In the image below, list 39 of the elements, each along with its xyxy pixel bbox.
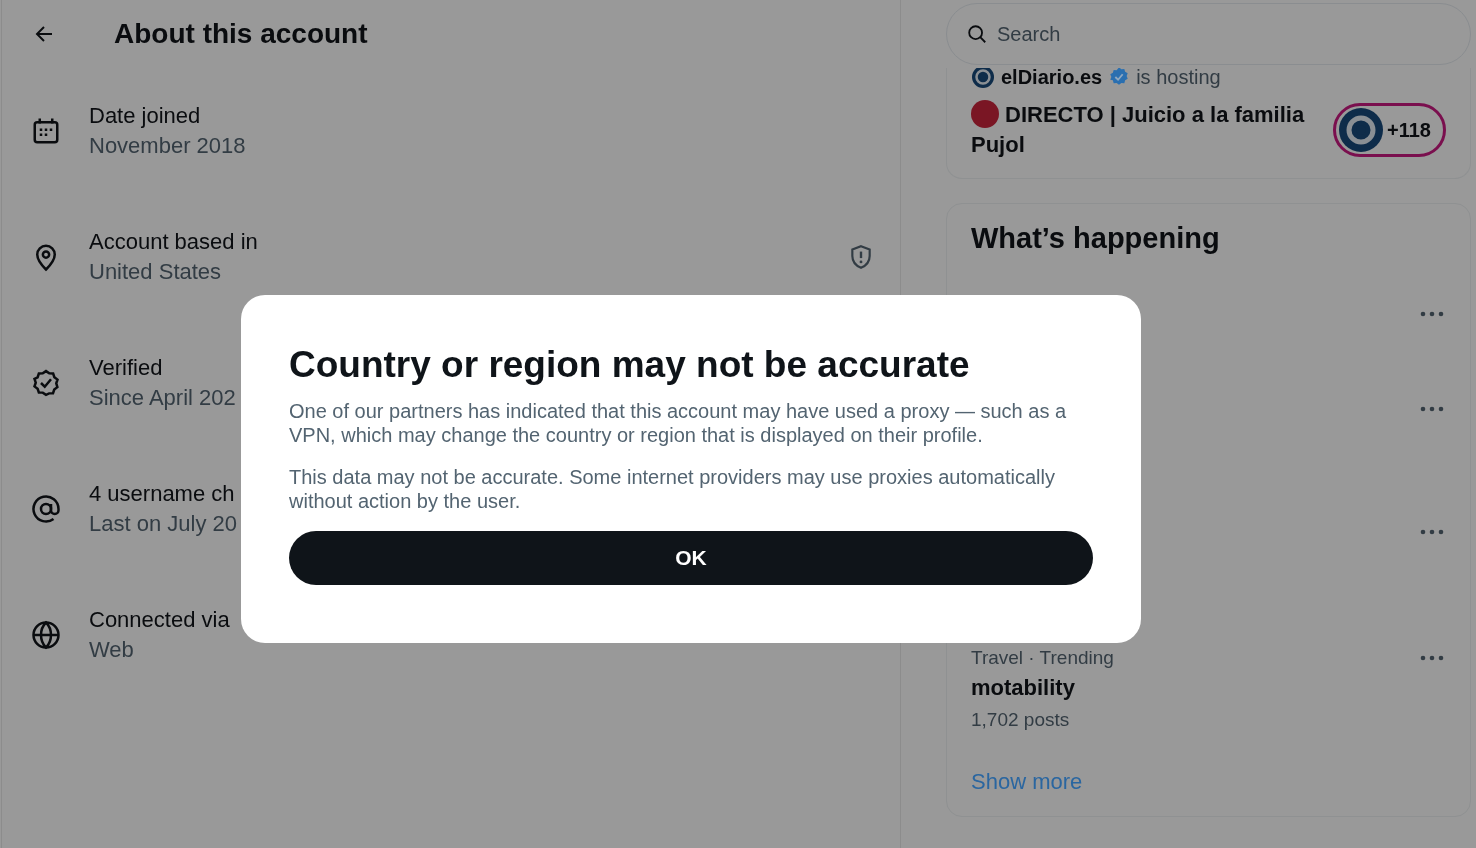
detail-value: United States	[89, 259, 222, 285]
detail-value: Web	[89, 637, 134, 663]
hosting-text: is hosting	[1136, 68, 1221, 89]
more-icon[interactable]	[1420, 311, 1444, 317]
search-icon	[966, 23, 988, 45]
more-icon[interactable]	[1420, 406, 1444, 412]
verified-badge-icon	[31, 368, 61, 398]
host-logo-icon	[971, 68, 995, 89]
live-dot-icon	[971, 100, 999, 128]
globe-icon	[31, 620, 61, 650]
detail-label: Account based in	[89, 229, 258, 255]
detail-label: Verified	[89, 355, 163, 381]
dialog-text: This data may not be accurate. Some internet providers may use proxies automatically without action by the user.	[289, 465, 1056, 513]
host-name: elDiario.es	[1001, 68, 1103, 89]
trend-topic[interactable]: motability	[971, 675, 1114, 701]
more-icon[interactable]	[1420, 655, 1444, 661]
calendar-icon	[31, 116, 61, 146]
ok-button[interactable]: OK	[289, 531, 1093, 585]
detail-label: Date joined	[89, 103, 201, 129]
more-icon[interactable]	[1420, 529, 1444, 535]
trend-category: Travel · Trending	[971, 647, 1114, 669]
at-sign-icon	[31, 494, 61, 524]
detail-value: Last on July 20	[89, 511, 237, 537]
trend-post-count: 1,702 posts	[971, 709, 1071, 731]
search-field[interactable]: Search	[946, 3, 1471, 65]
live-card[interactable]: elDiario.es is hosting DIRECTO | Juicio a la familia Pujol +118	[946, 68, 1471, 179]
dialog-title: Country or region may not be accurate	[289, 343, 971, 387]
detail-value: November 2018	[89, 133, 246, 159]
dialog-text: One of our partners has indicated that this account may have used a proxy — such as a VPN, which may change the country or region that is displayed on their profile.	[289, 399, 1068, 447]
listener-count: +118	[1387, 118, 1431, 142]
shield-alert-icon[interactable]	[848, 244, 874, 270]
detail-label: 4 username ch	[89, 481, 235, 507]
detail-value: Since April 202	[89, 385, 236, 411]
trends-title: What’s happening	[971, 222, 1221, 256]
detail-label: Connected via	[89, 607, 230, 633]
listeners-pill[interactable]: +118	[1333, 103, 1446, 157]
page-title: About this account	[114, 18, 368, 50]
avatar-icon	[1339, 108, 1384, 152]
live-title: DIRECTO | Juicio a la familia Pujol	[971, 100, 1306, 159]
